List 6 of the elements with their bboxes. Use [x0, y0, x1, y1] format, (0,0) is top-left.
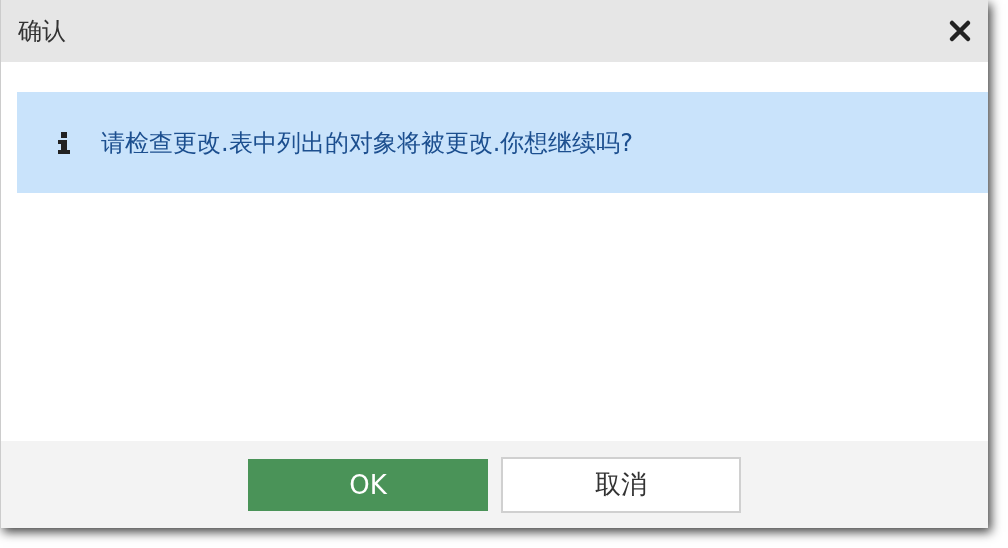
cancel-button[interactable]: 取消 — [501, 456, 741, 513]
message-text: 请检查更改.表中列出的对象将被更改.你想继续吗? — [101, 127, 633, 159]
ok-button[interactable]: OK — [248, 458, 488, 511]
window-title: 确认 — [18, 16, 66, 47]
info-icon — [57, 131, 71, 154]
close-icon[interactable] — [948, 19, 972, 43]
